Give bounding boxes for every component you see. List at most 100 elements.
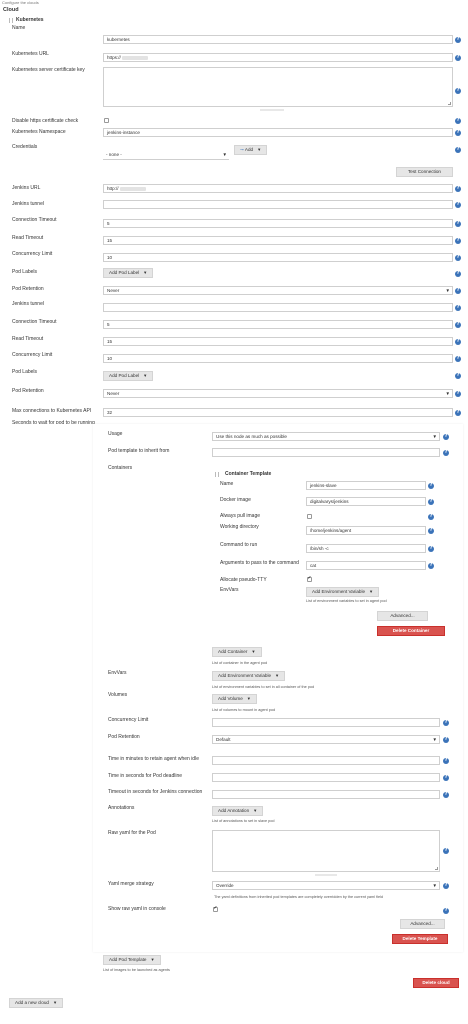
jenkins-tunnel-input-2[interactable]: [103, 303, 453, 312]
add-volume-button[interactable]: Add Volume ▼: [212, 694, 257, 704]
max-connections-label: Max connections to Kubernetes API: [12, 408, 92, 414]
docker-image-input[interactable]: digitalvarys/jenkins: [306, 497, 426, 506]
help-icon[interactable]: ?: [455, 288, 461, 294]
help-icon[interactable]: ?: [455, 373, 461, 379]
add-new-cloud-button[interactable]: Add a new cloud ▼: [9, 998, 64, 1008]
name-input[interactable]: kubernetes: [103, 35, 453, 44]
chevron-down-icon: ▼: [253, 808, 258, 813]
pod-retention-select[interactable]: Never ▼: [103, 286, 453, 295]
delete-template-button[interactable]: Delete Template: [392, 934, 448, 944]
read-timeout-input-2[interactable]: 15: [103, 337, 453, 346]
help-icon[interactable]: ?: [443, 775, 449, 781]
always-pull-checkbox[interactable]: [307, 514, 312, 519]
help-icon[interactable]: ?: [455, 238, 461, 244]
credentials-select[interactable]: - none - ▼: [103, 151, 229, 160]
namespace-input[interactable]: jenkins-instance: [103, 128, 453, 137]
help-icon[interactable]: ?: [428, 563, 434, 569]
working-directory-input[interactable]: /home/jenkins/agent: [306, 526, 426, 535]
jenkins-tunnel-input[interactable]: [103, 200, 453, 209]
help-icon[interactable]: ?: [443, 737, 449, 743]
concurrency-limit-input-2[interactable]: 10: [103, 354, 453, 363]
help-icon[interactable]: ?: [455, 147, 461, 153]
help-icon[interactable]: ?: [455, 130, 461, 136]
advanced-button[interactable]: Advanced...: [377, 611, 428, 621]
container-name-input[interactable]: jenkins-slave: [306, 481, 426, 490]
delete-cloud-button[interactable]: Delete cloud: [413, 978, 459, 988]
help-icon[interactable]: ?: [428, 546, 434, 552]
help-icon[interactable]: ?: [455, 305, 461, 311]
help-icon[interactable]: ?: [455, 322, 461, 328]
help-icon[interactable]: ?: [428, 514, 434, 520]
help-icon[interactable]: ?: [443, 434, 449, 440]
usage-select[interactable]: Use this node as much as possible ▼: [212, 432, 440, 441]
tty-checkbox[interactable]: [307, 576, 312, 582]
help-icon[interactable]: ?: [455, 410, 461, 416]
template-advanced-button[interactable]: Advanced...: [400, 919, 445, 929]
show-raw-yaml-checkbox[interactable]: [213, 906, 218, 912]
help-icon[interactable]: ?: [443, 792, 449, 798]
help-icon[interactable]: ?: [455, 271, 461, 277]
help-icon[interactable]: ?: [428, 483, 434, 489]
add-pod-label-button[interactable]: Add Pod Label ▼: [103, 268, 154, 278]
help-icon[interactable]: ?: [455, 88, 461, 94]
read-timeout-label-2: Read Timeout: [12, 336, 44, 342]
help-icon[interactable]: ?: [455, 55, 461, 61]
envvars-pod-label: EnvVars: [108, 670, 127, 676]
help-icon[interactable]: ?: [455, 186, 461, 192]
connection-timeout-input[interactable]: 5: [103, 219, 453, 228]
help-icon[interactable]: ?: [455, 37, 461, 43]
help-icon[interactable]: ?: [428, 528, 434, 534]
concurrency-limit-input[interactable]: 10: [103, 253, 453, 262]
raw-yaml-textarea[interactable]: [212, 830, 440, 872]
inherit-from-input[interactable]: [212, 448, 440, 457]
template-concurrency-input[interactable]: [212, 718, 440, 727]
arguments-input[interactable]: cat: [306, 561, 426, 570]
add-pod-label-button-2[interactable]: Add Pod Label ▼: [103, 371, 154, 381]
help-icon[interactable]: ?: [443, 883, 449, 889]
read-timeout-input[interactable]: 15: [103, 236, 453, 245]
help-icon[interactable]: ?: [455, 221, 461, 227]
help-icon[interactable]: ?: [455, 118, 461, 124]
template-retention-select[interactable]: Default ▼: [212, 735, 440, 744]
cert-key-textarea[interactable]: [103, 67, 453, 107]
help-icon[interactable]: ?: [428, 499, 434, 505]
help-icon[interactable]: ?: [443, 450, 449, 456]
yaml-merge-select[interactable]: Override ▼: [212, 881, 440, 890]
textarea-grip[interactable]: [260, 109, 284, 111]
max-connections-input[interactable]: 32: [103, 408, 453, 417]
raw-yaml-label: Raw yaml for the Pod: [108, 830, 156, 836]
add-credentials-button[interactable]: ⊸ Add ▼: [234, 145, 268, 155]
kubernetes-url-input[interactable]: https://: [103, 53, 453, 62]
pod-deadline-label: Time in seconds for Pod deadline: [108, 773, 183, 779]
chevron-down-icon: ▼: [222, 152, 227, 157]
pod-deadline-input[interactable]: [212, 773, 440, 782]
help-icon[interactable]: ?: [455, 202, 461, 208]
drag-handle-icon[interactable]: [215, 472, 219, 477]
command-input[interactable]: /bin/sh -c: [306, 544, 426, 553]
help-icon[interactable]: ?: [443, 720, 449, 726]
help-icon[interactable]: ?: [455, 339, 461, 345]
add-container-button[interactable]: Add Container ▼: [212, 647, 262, 657]
disable-https-checkbox[interactable]: [104, 118, 109, 123]
help-icon[interactable]: ?: [443, 758, 449, 764]
jenkins-connection-timeout-input[interactable]: [212, 790, 440, 799]
add-pod-template-button[interactable]: Add Pod Template ▼: [103, 955, 161, 965]
help-icon[interactable]: ?: [443, 848, 449, 854]
help-icon[interactable]: ?: [455, 391, 461, 397]
drag-handle-icon[interactable]: [9, 18, 13, 23]
help-icon[interactable]: ?: [443, 908, 449, 914]
help-icon[interactable]: ?: [455, 356, 461, 362]
pod-retention-select-2[interactable]: Never ▼: [103, 389, 453, 398]
jenkins-url-input[interactable]: http://: [103, 184, 453, 193]
help-icon[interactable]: ?: [455, 255, 461, 261]
test-connection-button[interactable]: Test Connection: [396, 167, 453, 177]
textarea-grip[interactable]: [315, 874, 337, 876]
add-env-var-pod-button[interactable]: Add Environment Variable ▼: [212, 671, 286, 681]
env-hint: List of environment variables to set in …: [306, 599, 387, 603]
chevron-down-icon: ▼: [143, 373, 148, 378]
add-env-var-button[interactable]: Add Environment Variable ▼: [306, 587, 380, 597]
connection-timeout-input-2[interactable]: 5: [103, 320, 453, 329]
add-annotation-button[interactable]: Add Annotation ▼: [212, 806, 264, 816]
delete-container-button[interactable]: Delete Container: [377, 626, 445, 636]
idle-minutes-input[interactable]: [212, 756, 440, 765]
